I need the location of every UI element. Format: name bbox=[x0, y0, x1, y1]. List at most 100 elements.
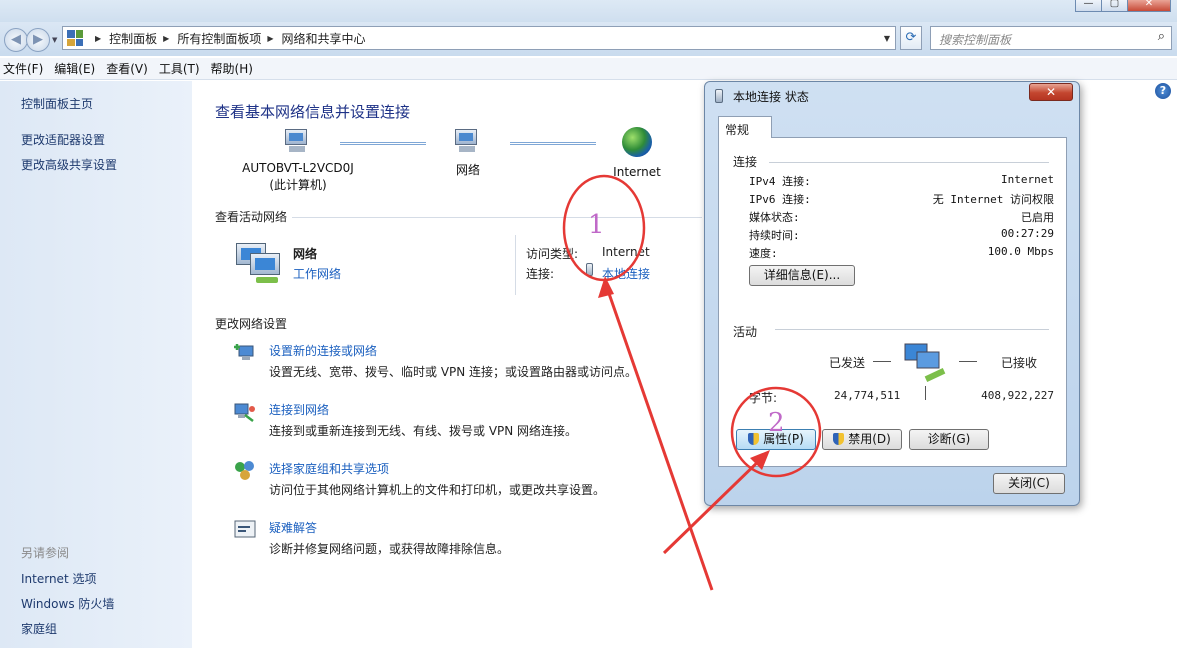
change-settings-header: 更改网络设置 bbox=[215, 317, 288, 331]
divider bbox=[292, 217, 702, 218]
close-window-button[interactable]: ✕ bbox=[1127, 0, 1171, 12]
connect-network-icon bbox=[234, 403, 255, 422]
ipv4-label: IPv4 连接: bbox=[749, 175, 811, 188]
task-desc: 设置无线、宽带、拨号、临时或 VPN 连接；或设置路由器或访问点。 bbox=[269, 365, 638, 379]
task-title[interactable]: 连接到网络 bbox=[269, 401, 329, 418]
task-new-connection: 设置新的连接或网络 设置无线、宽带、拨号、临时或 VPN 连接；或设置路由器或访… bbox=[233, 342, 653, 382]
task-troubleshoot: 疑难解答 诊断并修复网络问题，或获得故障排除信息。 bbox=[233, 519, 653, 559]
network-type-link[interactable]: 工作网络 bbox=[293, 265, 341, 282]
task-title[interactable]: 设置新的连接或网络 bbox=[269, 342, 377, 359]
media-state-label: 媒体状态: bbox=[749, 211, 800, 224]
dialog-close-button[interactable]: ✕ bbox=[1029, 83, 1073, 101]
speed-value: 100.0 Mbps bbox=[987, 245, 1054, 258]
see-also-title: 另请参阅 bbox=[21, 546, 70, 560]
forward-button[interactable]: ▶ bbox=[26, 28, 50, 52]
diagnose-button[interactable]: 诊断(G) bbox=[909, 429, 989, 450]
activity-group-header: 活动 bbox=[733, 325, 758, 339]
sent-label: 已发送 bbox=[829, 356, 866, 370]
received-label: 已接收 bbox=[1001, 356, 1038, 370]
active-network-name: 网络 bbox=[293, 247, 318, 261]
homegroup-icon bbox=[235, 461, 254, 480]
nav-windows-firewall[interactable]: Windows 防火墙 bbox=[21, 595, 114, 612]
connection-icon bbox=[715, 89, 723, 103]
ipv4-value: Internet bbox=[1001, 173, 1054, 186]
help-icon[interactable]: ? bbox=[1155, 83, 1171, 99]
troubleshoot-icon bbox=[234, 520, 256, 538]
search-icon[interactable]: ⌕ bbox=[1158, 29, 1165, 44]
tab-general[interactable]: 常规 bbox=[718, 116, 772, 138]
minimize-button[interactable]: — bbox=[1075, 0, 1102, 12]
connections-label: 连接: bbox=[526, 267, 555, 281]
control-panel-icon bbox=[67, 30, 83, 46]
menu-bar: 文件(F) 编辑(E) 查看(V) 工具(T) 帮助(H) bbox=[0, 58, 1177, 80]
nav-advanced-sharing[interactable]: 更改高级共享设置 bbox=[21, 156, 117, 173]
active-networks-header: 查看活动网络 bbox=[215, 210, 288, 224]
task-desc: 访问位于其他网络计算机上的文件和打印机，或更改共享设置。 bbox=[269, 483, 606, 497]
menu-tools[interactable]: 工具(T) bbox=[156, 60, 208, 77]
refresh-icon[interactable]: ⟳ bbox=[900, 26, 922, 50]
duration-label: 持续时间: bbox=[749, 229, 800, 242]
uac-shield-icon bbox=[833, 433, 845, 445]
bytes-sent: 24,774,511 bbox=[834, 389, 901, 402]
nav-adapter-settings[interactable]: 更改适配器设置 bbox=[21, 131, 105, 148]
nav-internet-options[interactable]: Internet 选项 bbox=[21, 570, 96, 587]
local-connection-link[interactable]: 本地连接 bbox=[602, 265, 650, 282]
divider bbox=[515, 235, 516, 295]
bytes-label: 字节: bbox=[749, 391, 778, 405]
map-computer: AUTOBVT-L2VCD0J (此计算机) bbox=[240, 129, 356, 193]
divider bbox=[925, 386, 926, 400]
nav-homegroup[interactable]: 家庭组 bbox=[21, 620, 57, 637]
activity-network-icon bbox=[904, 343, 946, 382]
nav-control-panel-home[interactable]: 控制面板主页 bbox=[21, 95, 93, 112]
globe-icon bbox=[622, 127, 652, 157]
divider bbox=[873, 361, 891, 362]
connection-icon bbox=[586, 263, 593, 276]
task-desc: 连接到或重新连接到无线、有线、拨号或 VPN 网络连接。 bbox=[269, 424, 578, 438]
breadcrumb-control-panel[interactable]: 控制面板 ▶ bbox=[109, 30, 177, 47]
menu-help[interactable]: 帮助(H) bbox=[208, 60, 261, 77]
map-link-line bbox=[510, 142, 596, 145]
left-nav: 控制面板主页 更改适配器设置 更改高级共享设置 另请参阅 Internet 选项… bbox=[0, 81, 192, 648]
window-controls: — ▢ ✕ bbox=[1075, 0, 1171, 12]
dialog-title: 本地连接 状态 bbox=[733, 90, 809, 104]
menu-file[interactable]: 文件(F) bbox=[0, 60, 51, 77]
task-connect-network: 连接到网络 连接到或重新连接到无线、有线、拨号或 VPN 网络连接。 bbox=[233, 401, 653, 441]
disable-button[interactable]: 禁用(D) bbox=[822, 429, 902, 450]
details-button[interactable]: 详细信息(E)... bbox=[749, 265, 855, 286]
media-state-value: 已启用 bbox=[1021, 211, 1054, 224]
annotation-number-2: 2 bbox=[768, 408, 785, 438]
ipv6-value: 无 Internet 访问权限 bbox=[932, 193, 1054, 206]
address-bar[interactable]: ▶ 控制面板 ▶ 所有控制面板项 ▶ 网络和共享中心 ▼ bbox=[62, 26, 896, 50]
ipv6-label: IPv6 连接: bbox=[749, 193, 811, 206]
maximize-button[interactable]: ▢ bbox=[1101, 0, 1128, 12]
computer-icon bbox=[283, 129, 313, 155]
dialog-close-text-button[interactable]: 关闭(C) bbox=[993, 473, 1065, 494]
task-title[interactable]: 疑难解答 bbox=[269, 519, 317, 536]
duration-value: 00:27:29 bbox=[1001, 227, 1054, 240]
uac-shield-icon bbox=[748, 433, 760, 445]
map-network[interactable]: 网络 bbox=[438, 129, 498, 178]
map-internet[interactable]: Internet bbox=[606, 127, 668, 179]
divider bbox=[769, 162, 1049, 163]
menu-view[interactable]: 查看(V) bbox=[103, 60, 156, 77]
breadcrumb-network-center[interactable]: 网络和共享中心 bbox=[282, 30, 366, 47]
menu-edit[interactable]: 编辑(E) bbox=[51, 60, 103, 77]
page-title: 查看基本网络信息并设置连接 bbox=[215, 103, 411, 121]
divider bbox=[959, 361, 977, 362]
window-titlebar: — ▢ ✕ bbox=[0, 0, 1177, 22]
address-dropdown-icon[interactable]: ▼ bbox=[884, 34, 890, 43]
task-desc: 诊断并修复网络问题，或获得故障排除信息。 bbox=[269, 542, 510, 556]
annotation-number-1: 1 bbox=[588, 210, 605, 240]
search-input[interactable]: 搜索控制面板 ⌕ bbox=[930, 26, 1172, 50]
breadcrumb-all-items[interactable]: 所有控制面板项 ▶ bbox=[177, 30, 281, 47]
bytes-received: 408,922,227 bbox=[981, 389, 1054, 402]
back-button[interactable]: ◀ bbox=[4, 28, 28, 52]
recent-pages-arrow-icon[interactable]: ▼ bbox=[52, 36, 57, 44]
access-type-value: Internet bbox=[602, 245, 650, 259]
map-link-line bbox=[340, 142, 426, 145]
breadcrumb-arrow-icon[interactable]: ▶ bbox=[95, 34, 101, 43]
access-type-label: 访问类型: bbox=[526, 247, 579, 261]
divider bbox=[775, 329, 1049, 330]
task-homegroup: 选择家庭组和共享选项 访问位于其他网络计算机上的文件和打印机，或更改共享设置。 bbox=[233, 460, 653, 500]
task-title[interactable]: 选择家庭组和共享选项 bbox=[269, 460, 389, 477]
